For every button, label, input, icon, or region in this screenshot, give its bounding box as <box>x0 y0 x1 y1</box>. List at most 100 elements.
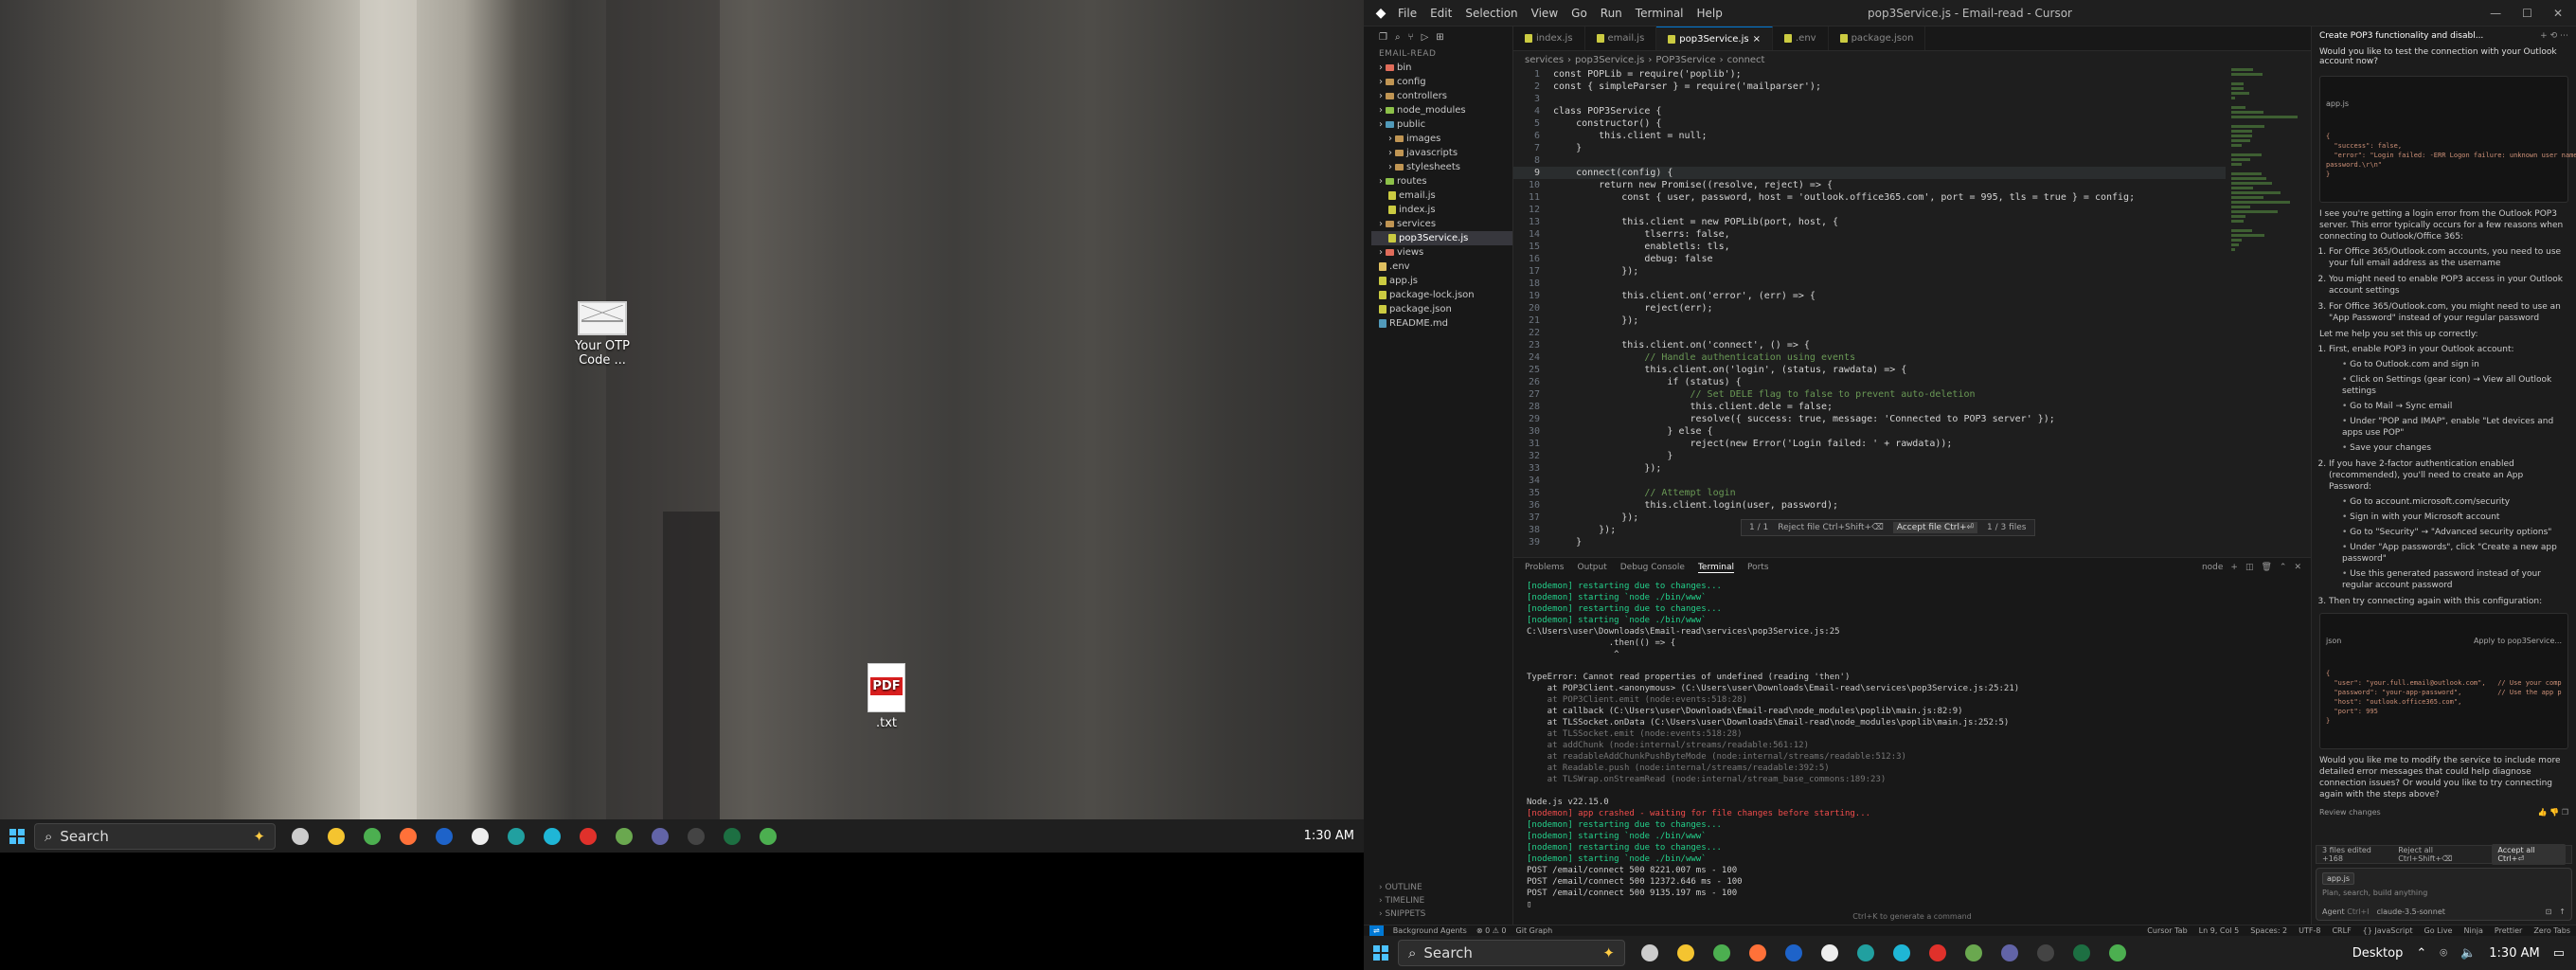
menu-help[interactable]: Help <box>1697 7 1723 20</box>
run-debug-icon[interactable]: ▷ <box>1422 32 1429 43</box>
tree-item[interactable]: › views <box>1371 245 1512 260</box>
editor-tab[interactable]: package.json <box>1829 27 1926 50</box>
taskbar-search[interactable]: ⌕ Search ✦ <box>1398 940 1625 966</box>
tree-item[interactable]: README.md <box>1371 316 1512 331</box>
menu-terminal[interactable]: Terminal <box>1636 7 1684 20</box>
status-item[interactable]: Zero Tabs <box>2533 926 2570 935</box>
status-item[interactable]: Prettier <box>2495 926 2522 935</box>
tree-item[interactable]: › controllers <box>1371 89 1512 103</box>
desktop-shortcut-pdf[interactable]: PDF .txt <box>849 663 924 730</box>
start-button[interactable] <box>0 819 34 853</box>
reject-file-button[interactable]: Reject file Ctrl+Shift+⌫ <box>1778 523 1884 532</box>
status-item[interactable]: Ln 9, Col 5 <box>2199 926 2240 935</box>
start-button[interactable] <box>1364 937 1398 970</box>
taskbar-app-task-view[interactable] <box>285 821 315 852</box>
panel-tab-debug-console[interactable]: Debug Console <box>1620 563 1685 573</box>
taskbar-app-app-white[interactable] <box>465 821 495 852</box>
taskbar-app-app-teal[interactable] <box>1851 938 1881 968</box>
minimap[interactable] <box>2231 68 2298 548</box>
tree-item[interactable]: › stylesheets <box>1371 160 1512 174</box>
source-control-icon[interactable]: ⑂ <box>1408 32 1414 43</box>
image-attach-icon[interactable]: ⊡ <box>2546 907 2552 916</box>
desktop-toolbar-label[interactable]: Desktop <box>2352 946 2404 961</box>
menu-file[interactable]: File <box>1398 7 1417 20</box>
tree-item[interactable]: package-lock.json <box>1371 288 1512 302</box>
panel-tab-problems[interactable]: Problems <box>1525 563 1564 573</box>
tree-item[interactable]: package.json <box>1371 302 1512 316</box>
thumbs-up-icon[interactable]: 👍 <box>2538 808 2548 817</box>
taskbar-app-app-red[interactable] <box>1923 938 1953 968</box>
remote-indicator-icon[interactable]: ⇌ <box>1369 925 1384 937</box>
accept-file-button[interactable]: Accept file Ctrl+⏎ <box>1892 522 1978 533</box>
taskbar-app-cursor[interactable] <box>537 821 567 852</box>
reject-all-button[interactable]: Reject all Ctrl+Shift+⌫ <box>2398 846 2484 863</box>
chat-input-box[interactable]: app.js Plan, search, build anything Agen… <box>2316 868 2572 921</box>
editor-tab[interactable]: email.js <box>1585 27 1657 50</box>
editor-tab[interactable]: index.js <box>1513 27 1585 50</box>
search-icon[interactable]: ⌕ <box>1395 32 1401 43</box>
taskbar-app-excel[interactable] <box>717 821 747 852</box>
review-changes-button[interactable]: Review changes <box>2319 808 2381 817</box>
edited-files-summary[interactable]: 3 files edited +168 <box>2322 846 2390 863</box>
taskbar-app-chrome-2[interactable] <box>753 821 783 852</box>
taskbar-app-terminal[interactable] <box>2030 938 2061 968</box>
desktop-shortcut-otp-mail[interactable]: Your OTP Code ... <box>564 294 640 368</box>
tree-item[interactable]: › images <box>1371 132 1512 146</box>
tree-item[interactable]: email.js <box>1371 189 1512 203</box>
breadcrumb-item[interactable]: POP3Service <box>1655 55 1715 65</box>
menu-go[interactable]: Go <box>1571 7 1587 20</box>
taskbar-app-app-multi[interactable] <box>1959 938 1989 968</box>
taskbar-app-firefox[interactable] <box>1743 938 1773 968</box>
close-panel-icon[interactable]: ✕ <box>2294 563 2301 572</box>
new-chat-icon[interactable]: + <box>2540 31 2548 41</box>
taskbar-app-excel[interactable] <box>2066 938 2097 968</box>
menu-edit[interactable]: Edit <box>1430 7 1452 20</box>
taskbar-app-task-view[interactable] <box>1635 938 1665 968</box>
tree-item[interactable]: › public <box>1371 117 1512 132</box>
chevron-up-icon[interactable]: ⌃ <box>2416 946 2426 961</box>
maximize-icon[interactable]: ☐ <box>2522 7 2532 20</box>
taskbar-app-chrome[interactable] <box>1707 938 1737 968</box>
taskbar-app-app-multi[interactable] <box>609 821 639 852</box>
chat-title[interactable]: Create POP3 functionality and disabl... <box>2319 31 2483 41</box>
tree-item[interactable]: .env <box>1371 260 1512 274</box>
network-icon[interactable]: ⌾ <box>2440 946 2447 961</box>
minimize-icon[interactable]: — <box>2490 7 2501 20</box>
taskbar-app-app-teal[interactable] <box>501 821 531 852</box>
breadcrumb-item[interactable]: connect <box>1727 55 1765 65</box>
taskbar-app-teams[interactable] <box>645 821 675 852</box>
editor-tab[interactable]: .env <box>1773 27 1829 50</box>
tree-item[interactable]: › bin <box>1371 61 1512 75</box>
files-icon[interactable]: ❐ <box>1379 32 1387 43</box>
model-selector[interactable]: claude-3.5-sonnet <box>2377 907 2445 916</box>
status-item[interactable]: Background Agents <box>1393 926 1467 935</box>
status-item[interactable]: Go Live <box>2424 926 2453 935</box>
more-icon[interactable]: ⋯ <box>2560 31 2568 41</box>
breadcrumb-item[interactable]: services <box>1525 55 1564 65</box>
code-editor[interactable]: 1 const POPLib = require('poplib'); 2 const… <box>1513 68 2226 557</box>
status-item[interactable]: UTF-8 <box>2299 926 2320 935</box>
taskbar-clock[interactable]: 1:30 AM <box>2489 946 2539 961</box>
agent-mode-selector[interactable]: Agent Ctrl+I <box>2322 907 2370 916</box>
tree-item[interactable]: › services <box>1371 217 1512 231</box>
status-item[interactable]: Cursor Tab <box>2147 926 2187 935</box>
panel-tab-terminal[interactable]: Terminal <box>1697 563 1734 573</box>
tree-item[interactable]: › node_modules <box>1371 103 1512 117</box>
history-icon[interactable]: ⟲ <box>2550 31 2558 41</box>
explorer-section-timeline[interactable]: › TIMELINE <box>1379 894 1425 907</box>
accept-all-button[interactable]: Accept all Ctrl+⏎ <box>2492 844 2566 865</box>
breadcrumb-item[interactable]: pop3Service.js <box>1575 55 1644 65</box>
split-terminal-icon[interactable]: ◫ <box>2245 563 2254 572</box>
menu-selection[interactable]: Selection <box>1465 7 1517 20</box>
taskbar-app-chrome-2[interactable] <box>2102 938 2133 968</box>
taskbar-app-file-explorer[interactable] <box>321 821 351 852</box>
taskbar-app-cursor[interactable] <box>1887 938 1917 968</box>
taskbar-search[interactable]: ⌕ Search ✦ <box>34 822 276 850</box>
editor-tab[interactable]: pop3Service.js × <box>1656 27 1773 50</box>
close-icon[interactable]: × <box>1753 34 1761 45</box>
taskbar-app-app-red[interactable] <box>573 821 603 852</box>
notification-icon[interactable]: ▭ <box>2553 946 2565 961</box>
taskbar-clock[interactable]: 1:30 AM <box>1304 829 1364 843</box>
taskbar-app-app-blue[interactable] <box>429 821 459 852</box>
extensions-icon[interactable]: ⊞ <box>1436 32 1443 43</box>
